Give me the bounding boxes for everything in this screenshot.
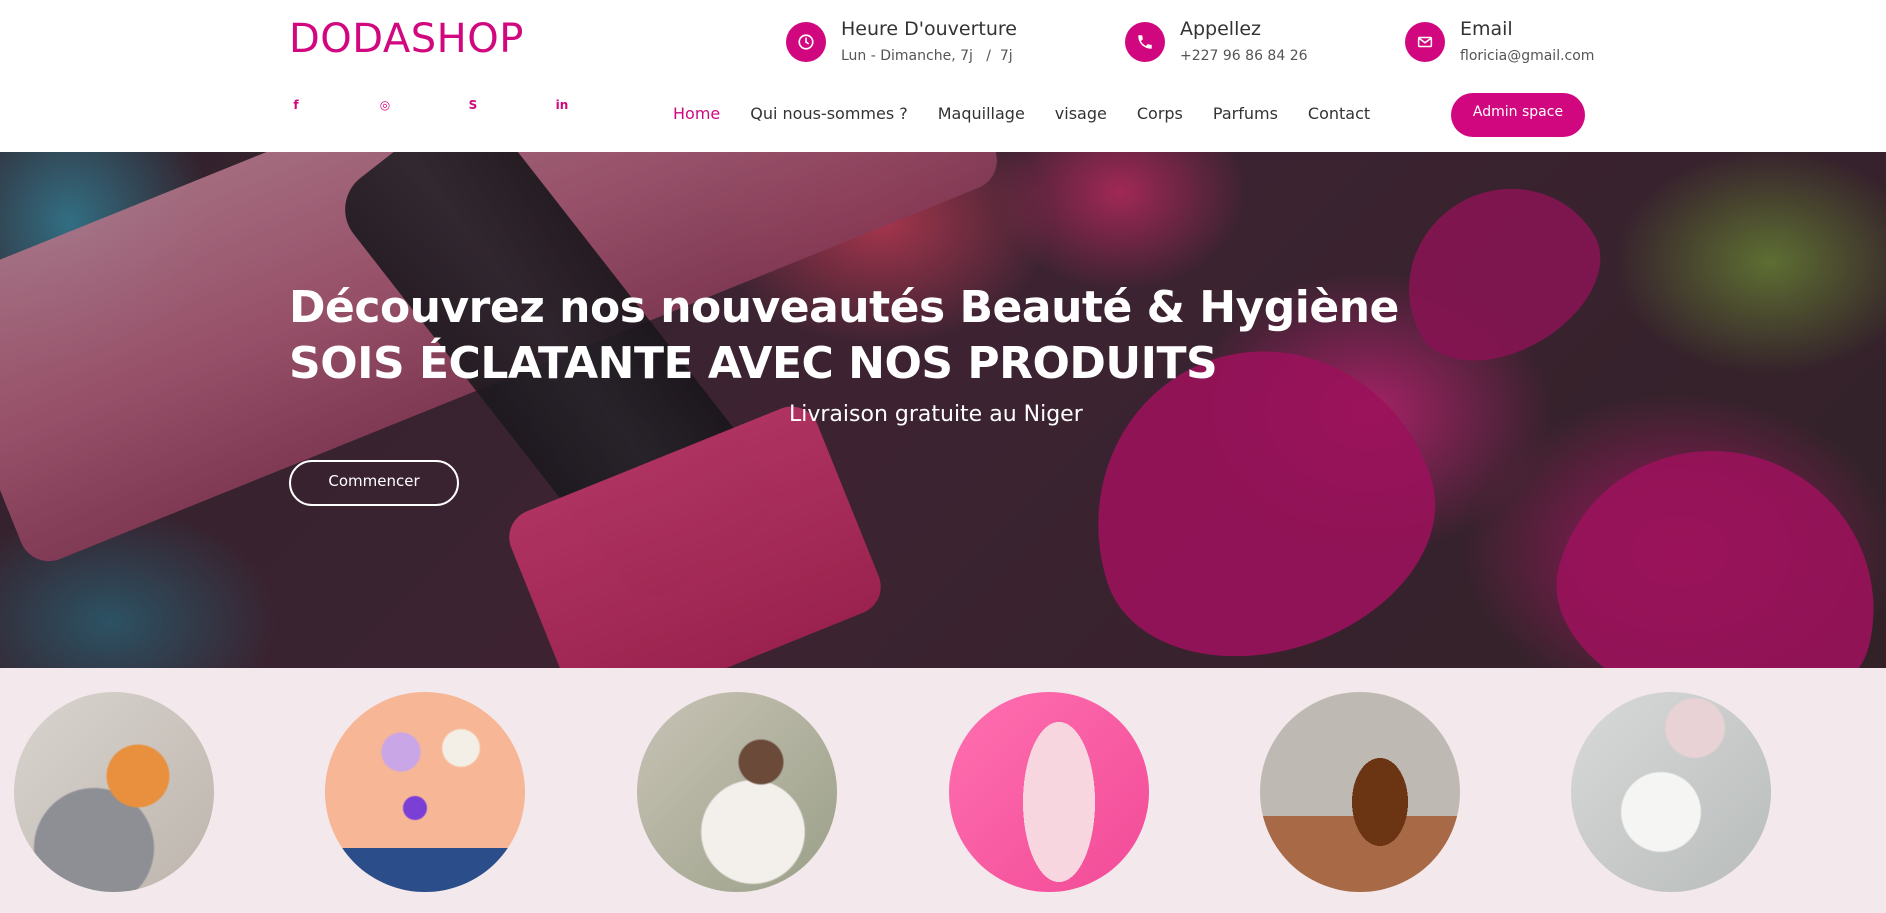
instagram-icon[interactable]: ◎ bbox=[377, 97, 393, 113]
creme-category-image[interactable] bbox=[1571, 692, 1771, 892]
soins-category-image[interactable] bbox=[949, 692, 1149, 892]
phone-icon bbox=[1125, 22, 1165, 62]
email-address[interactable]: floricia@gmail.com bbox=[1460, 48, 1594, 64]
parfums-category-image[interactable] bbox=[14, 692, 214, 892]
skype-icon[interactable]: S bbox=[465, 97, 481, 113]
clock-icon bbox=[786, 22, 826, 62]
hero-headline-line-2: SOIS ÉCLATANTE AVEC NOS PRODUITS bbox=[289, 338, 1218, 389]
nav-maquillage[interactable]: Maquillage bbox=[938, 104, 1025, 128]
corps-category-image[interactable] bbox=[1260, 692, 1460, 892]
start-button[interactable]: Commencer bbox=[289, 460, 459, 506]
nav-about[interactable]: Qui nous-sommes ? bbox=[750, 104, 908, 128]
hero-headline: Découvrez nos nouveautés Beauté & Hygièn… bbox=[289, 280, 1489, 392]
nav-home[interactable]: Home bbox=[673, 104, 720, 128]
facebook-icon[interactable]: f bbox=[288, 97, 304, 113]
main-nav: Home Qui nous-sommes ? Maquillage visage… bbox=[673, 104, 1400, 128]
hero-tagline: Livraison gratuite au Niger bbox=[789, 402, 1083, 427]
nav-contact[interactable]: Contact bbox=[1308, 104, 1370, 128]
nav-visage[interactable]: visage bbox=[1055, 104, 1107, 128]
nav-parfums[interactable]: Parfums bbox=[1213, 104, 1278, 128]
envelope-icon bbox=[1405, 22, 1445, 62]
opening-hours-detail: Lun - Dimanche, 7j / 7j bbox=[841, 48, 1013, 64]
visage-category-image[interactable] bbox=[637, 692, 837, 892]
hero-banner: Découvrez nos nouveautés Beauté & Hygièn… bbox=[0, 152, 1886, 668]
phone-title: Appellez bbox=[1180, 18, 1262, 40]
site-logo[interactable]: DODASHOP bbox=[289, 16, 524, 62]
hero-headline-line-1: Découvrez nos nouveautés Beauté & Hygièn… bbox=[289, 282, 1399, 333]
category-strip bbox=[0, 668, 1886, 913]
site-header: DODASHOP Heure D'ouverture Lun - Dimanch… bbox=[0, 0, 1886, 152]
maquillage-category-image[interactable] bbox=[325, 692, 525, 892]
phone-number[interactable]: +227 96 86 84 26 bbox=[1180, 48, 1308, 64]
nav-corps[interactable]: Corps bbox=[1137, 104, 1183, 128]
admin-space-button[interactable]: Admin space bbox=[1451, 93, 1585, 137]
linkedin-icon[interactable]: in bbox=[554, 97, 570, 113]
email-title: Email bbox=[1460, 18, 1513, 40]
opening-hours-title: Heure D'ouverture bbox=[841, 18, 1017, 40]
